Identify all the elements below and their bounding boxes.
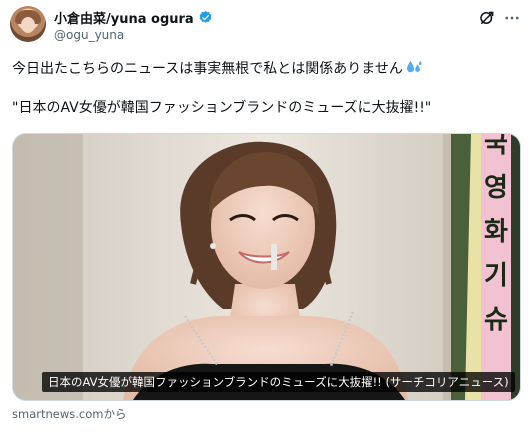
news-photo: 국영화기슈 bbox=[13, 134, 520, 400]
avatar-face bbox=[21, 17, 35, 33]
news-card-image[interactable]: 국영화기슈 bbox=[12, 133, 521, 401]
author-name-row: 小倉由菜/yuna ogura bbox=[54, 8, 213, 27]
author-display-name[interactable]: 小倉由菜/yuna ogura bbox=[54, 8, 194, 27]
banner-char: 영 bbox=[484, 173, 508, 203]
banner-char: 슈 bbox=[484, 305, 508, 335]
banner-char: 화 bbox=[484, 217, 508, 247]
avatar[interactable] bbox=[10, 6, 46, 42]
banner-char: 기 bbox=[484, 261, 508, 291]
author-handle[interactable]: @ogu_yuna bbox=[54, 28, 124, 42]
tweet-text-line-2: "日本のAV女優が韓国ファッションブランドのミューズに大抜擢!!" bbox=[12, 100, 432, 116]
tweet-text-line-1: 今日出たこちらのニュースは事実無根で私とは関係ありません bbox=[12, 58, 423, 78]
grok-icon[interactable] bbox=[478, 9, 496, 27]
image-caption: 日本のAV女優が韓国ファッションブランドのミューズに大抜擢!! (サーチコリアニ… bbox=[42, 372, 515, 392]
more-dots-icon bbox=[505, 16, 519, 20]
tweet-text-1: 今日出たこちらのニュースは事実無根で私とは関係ありません bbox=[12, 61, 403, 77]
link-source[interactable]: smartnews.comから bbox=[12, 406, 126, 422]
banner-char: 국 bbox=[484, 134, 508, 159]
droplets-emoji-icon bbox=[406, 60, 422, 73]
more-options-icon[interactable] bbox=[502, 8, 522, 28]
verified-badge-icon bbox=[199, 10, 212, 23]
